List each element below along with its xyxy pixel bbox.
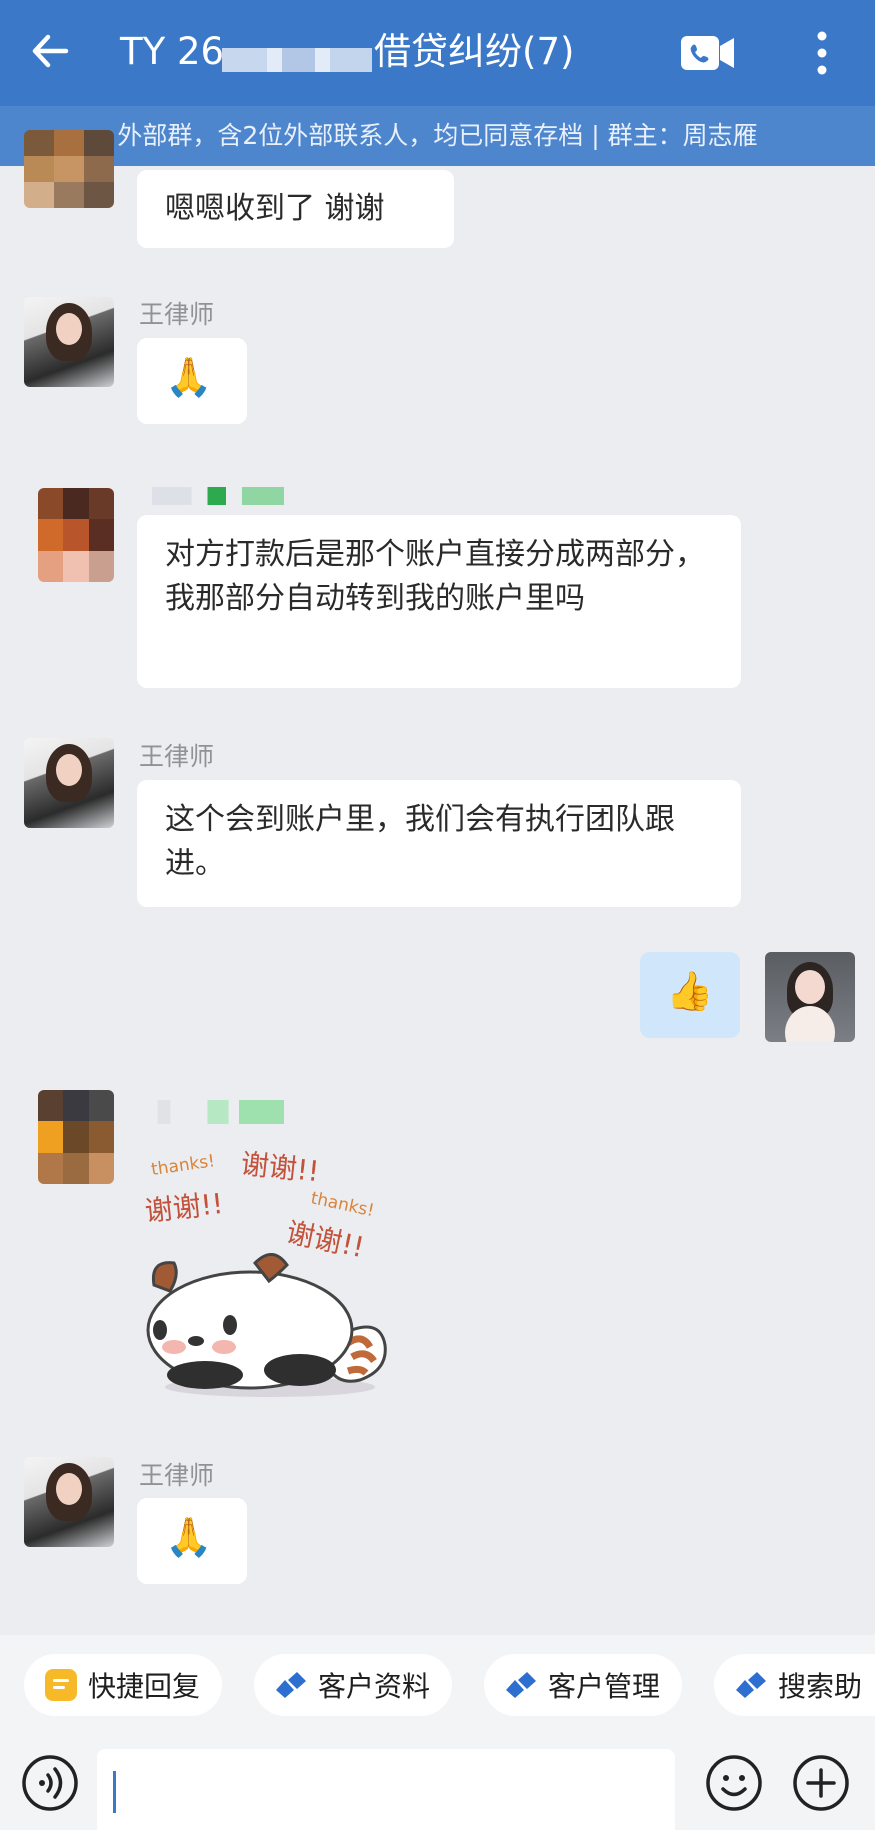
sender-name: 王律师: [139, 1461, 215, 1490]
sticker-text: 谢谢!!: [284, 1216, 368, 1265]
customer-management-button[interactable]: 客户管理: [484, 1654, 683, 1716]
chip-label: 快捷回复: [88, 1670, 201, 1703]
message-text: 嗯嗯收到了 谢谢: [165, 191, 385, 226]
quick-action-bar: 快捷回复 客户资料 客户管理 搜索助: [0, 1635, 875, 1735]
sticker-text: 谢谢!!: [239, 1147, 320, 1188]
chip-label: 客户管理: [548, 1670, 661, 1703]
thanks-sticker[interactable]: thanks! 谢谢!! 谢谢!! thanks! 谢谢!!: [140, 1135, 405, 1400]
avatar[interactable]: [24, 297, 114, 387]
message-bubble[interactable]: 🙏: [137, 338, 247, 424]
self-avatar[interactable]: [765, 952, 855, 1042]
message-input[interactable]: [97, 1749, 675, 1830]
message-bubble[interactable]: 对方打款后是那个账户直接分成两部分，我那部分自动转到我的账户里吗: [137, 515, 741, 688]
sender-name: 王律师: [139, 300, 215, 329]
avatar[interactable]: [38, 1090, 114, 1184]
quick-reply-icon: [45, 1669, 77, 1701]
sender-name: 王律师: [139, 742, 215, 771]
text-caret: [113, 1771, 116, 1813]
sticker-text: thanks!: [309, 1188, 376, 1221]
outgoing-message-bubble[interactable]: 👍: [640, 952, 740, 1038]
chip-label: 搜索助: [778, 1670, 863, 1703]
chip-label: 客户资料: [318, 1670, 431, 1703]
customer-icon: [736, 1672, 766, 1698]
quick-reply-button[interactable]: 快捷回复: [24, 1654, 223, 1716]
customer-icon: [276, 1672, 306, 1698]
more-options-icon[interactable]: [805, 28, 839, 78]
sender-name-mosaic: [152, 487, 284, 505]
title-mosaic: [222, 48, 372, 72]
video-call-icon[interactable]: [680, 34, 736, 72]
message-bubble[interactable]: 嗯嗯收到了 谢谢: [137, 170, 454, 248]
sticker-text: thanks!: [150, 1151, 216, 1180]
customer-icon: [506, 1672, 536, 1698]
sticker-text: 谢谢!!: [143, 1187, 224, 1228]
thumbs-up-emoji: 👍: [666, 969, 714, 1013]
prayer-emoji: 🙏: [165, 355, 213, 399]
chat-title-suffix: 借贷纠纷(7): [374, 30, 575, 73]
search-assistant-button[interactable]: 搜索助: [714, 1654, 875, 1716]
group-info-banner[interactable]: 外部群，含2位外部联系人，均已同意存档 | 群主：周志雁: [0, 106, 875, 166]
prayer-emoji: 🙏: [165, 1515, 213, 1559]
message-bubble[interactable]: 这个会到账户里，我们会有执行团队跟进。: [137, 780, 741, 907]
avatar[interactable]: [38, 488, 114, 582]
chat-title-prefix: TY 26: [120, 30, 225, 73]
avatar[interactable]: [24, 130, 114, 208]
message-bubble[interactable]: 🙏: [137, 1498, 247, 1584]
customer-profile-button[interactable]: 客户资料: [254, 1654, 453, 1716]
message-input-bar: [0, 1735, 875, 1830]
back-arrow-icon[interactable]: [26, 26, 76, 76]
emoji-icon[interactable]: [704, 1753, 764, 1813]
message-text: 这个会到账户里，我们会有执行团队跟进。: [165, 802, 675, 881]
chat-header: TY 26 借贷纠纷(7): [0, 0, 875, 106]
sender-name-mosaic: [152, 1100, 284, 1124]
avatar[interactable]: [24, 1457, 114, 1547]
add-icon[interactable]: [791, 1753, 851, 1813]
voice-input-icon[interactable]: [20, 1753, 80, 1813]
message-text: 对方打款后是那个账户直接分成两部分，我那部分自动转到我的账户里吗: [165, 537, 705, 616]
avatar[interactable]: [24, 738, 114, 828]
